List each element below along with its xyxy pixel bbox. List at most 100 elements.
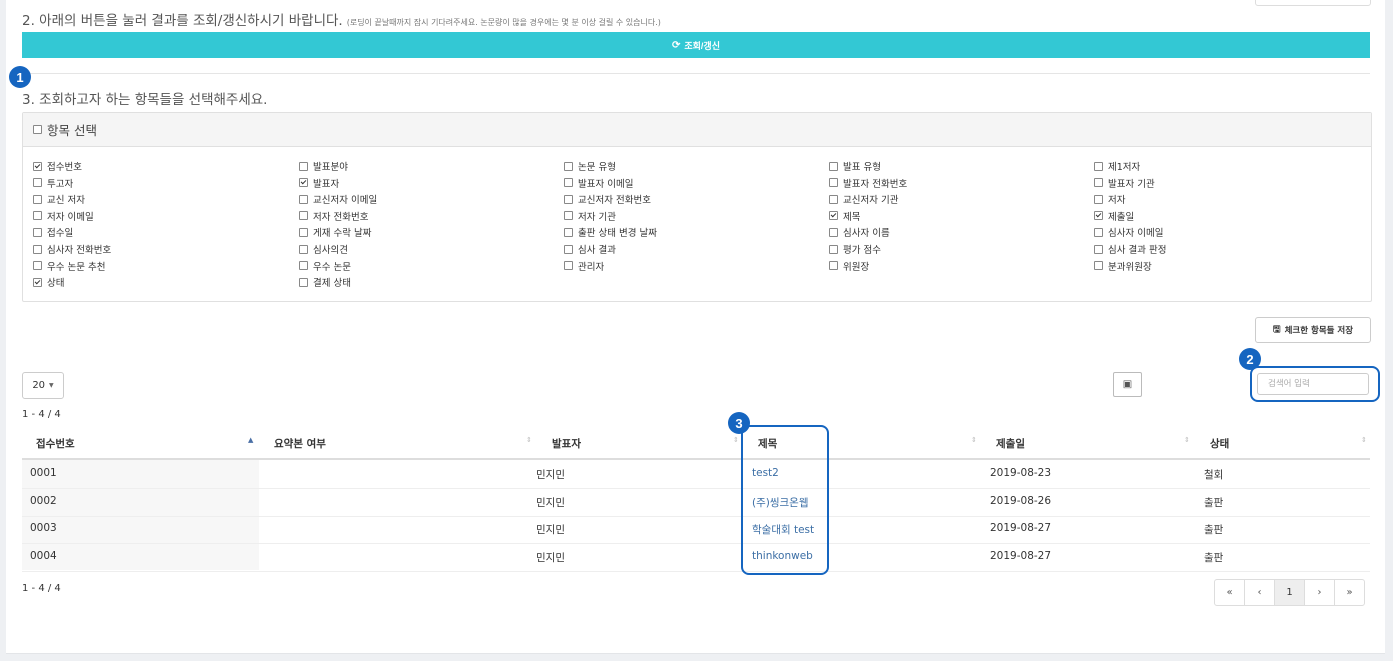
item-option-checkbox[interactable] <box>1094 244 1103 254</box>
page-prev-button[interactable]: ‹ <box>1245 580 1275 605</box>
item-option[interactable]: 관리자 <box>564 259 604 273</box>
sort-asc-icon[interactable]: ▲ <box>248 436 253 444</box>
sort-icon[interactable]: ⇕ <box>1184 436 1190 444</box>
col-header-presenter[interactable]: 발표자 <box>552 436 581 451</box>
select-all-checkbox[interactable] <box>33 125 42 134</box>
item-option[interactable]: 저자 전화번호 <box>299 209 368 223</box>
item-option-checkbox[interactable] <box>829 178 838 188</box>
col-header-abstract[interactable]: 요약본 여부 <box>274 436 326 451</box>
item-option-label: 발표 유형 <box>843 162 881 173</box>
item-option[interactable]: 발표자 <box>299 176 339 190</box>
col-header-status[interactable]: 상태 <box>1210 436 1229 451</box>
item-option-checkbox[interactable] <box>299 244 308 254</box>
item-option-checkbox[interactable] <box>299 161 308 171</box>
item-option-checkbox[interactable] <box>829 244 838 254</box>
item-option-checkbox[interactable] <box>33 161 42 171</box>
item-option-checkbox[interactable] <box>299 277 308 287</box>
item-option[interactable]: 게재 수락 날짜 <box>299 225 371 239</box>
sort-icon[interactable]: ⇕ <box>733 436 739 444</box>
item-option-checkbox[interactable] <box>33 277 42 287</box>
item-option-checkbox[interactable] <box>829 227 838 237</box>
item-option[interactable]: 심사자 전화번호 <box>33 242 111 256</box>
item-option[interactable]: 발표자 전화번호 <box>829 176 907 190</box>
item-option-checkbox[interactable] <box>564 227 573 237</box>
page-first-button[interactable]: « <box>1215 580 1245 605</box>
item-option[interactable]: 결제 상태 <box>299 275 351 289</box>
item-option-checkbox[interactable] <box>1094 178 1103 188</box>
item-option-checkbox[interactable] <box>564 194 573 204</box>
item-option-checkbox[interactable] <box>829 194 838 204</box>
item-option[interactable]: 저자 <box>1094 192 1125 206</box>
item-option[interactable]: 제목 <box>829 209 860 223</box>
refresh-button[interactable]: ⟳ 조회/갱신 <box>22 32 1370 58</box>
page-current-button[interactable]: 1 <box>1275 580 1305 605</box>
item-option[interactable]: 투고자 <box>33 176 73 190</box>
item-option-checkbox[interactable] <box>829 261 838 271</box>
item-option[interactable]: 발표자 기관 <box>1094 176 1155 190</box>
item-option[interactable]: 심사자 이름 <box>829 225 890 239</box>
page-last-button[interactable]: » <box>1335 580 1364 605</box>
item-option-checkbox[interactable] <box>1094 211 1103 221</box>
item-option[interactable]: 분과위원장 <box>1094 259 1152 273</box>
item-option-checkbox[interactable] <box>564 261 573 271</box>
item-option-checkbox[interactable] <box>33 194 42 204</box>
item-option[interactable]: 우수 논문 추천 <box>33 259 105 273</box>
item-option[interactable]: 교신저자 이메일 <box>299 192 377 206</box>
item-option[interactable]: 심사 결과 <box>564 242 616 256</box>
item-option-checkbox[interactable] <box>33 178 42 188</box>
item-option[interactable]: 제1저자 <box>1094 159 1140 173</box>
sort-icon[interactable]: ⇕ <box>971 436 977 444</box>
item-option-checkbox[interactable] <box>1094 194 1103 204</box>
sort-icon[interactable]: ⇕ <box>526 436 532 444</box>
item-option-checkbox[interactable] <box>829 161 838 171</box>
item-option-checkbox[interactable] <box>33 244 42 254</box>
item-option-checkbox[interactable] <box>1094 261 1103 271</box>
item-option-checkbox[interactable] <box>33 227 42 237</box>
item-option[interactable]: 접수일 <box>33 225 73 239</box>
item-option[interactable]: 발표 유형 <box>829 159 881 173</box>
item-option[interactable]: 발표분야 <box>299 159 348 173</box>
item-option-checkbox[interactable] <box>1094 161 1103 171</box>
item-option[interactable]: 저자 이메일 <box>33 209 94 223</box>
item-option[interactable]: 출판 상태 변경 날짜 <box>564 225 657 239</box>
item-option[interactable]: 평가 점수 <box>829 242 881 256</box>
item-option-checkbox[interactable] <box>829 211 838 221</box>
save-checked-items-button[interactable]: 🖫 체크한 항목들 저장 <box>1255 317 1371 343</box>
col-header-id[interactable]: 접수번호 <box>36 436 75 451</box>
col-header-submit-date[interactable]: 제출일 <box>996 436 1025 451</box>
item-option-label: 출판 상태 변경 날짜 <box>578 228 657 240</box>
item-option-checkbox[interactable] <box>33 261 42 271</box>
item-option[interactable]: 제출일 <box>1094 209 1134 223</box>
item-option-checkbox[interactable] <box>33 211 42 221</box>
item-option[interactable]: 교신 저자 <box>33 192 85 206</box>
item-option[interactable]: 저자 기관 <box>564 209 616 223</box>
page-size-select[interactable]: 20 ▼ <box>22 372 64 399</box>
item-option-checkbox[interactable] <box>564 244 573 254</box>
item-option[interactable]: 교신저자 전화번호 <box>564 192 651 206</box>
item-option-checkbox[interactable] <box>299 194 308 204</box>
item-option[interactable]: 상태 <box>33 275 64 289</box>
item-option-checkbox[interactable] <box>299 178 308 188</box>
item-option-checkbox[interactable] <box>299 227 308 237</box>
item-option-checkbox[interactable] <box>564 211 573 221</box>
item-option-checkbox[interactable] <box>299 211 308 221</box>
item-option[interactable]: 심사자 이메일 <box>1094 225 1163 239</box>
item-option[interactable]: 논문 유형 <box>564 159 616 173</box>
sort-icon[interactable]: ⇕ <box>1361 436 1367 444</box>
top-button-stub[interactable] <box>1255 0 1371 6</box>
item-select-header[interactable]: 항목 선택 <box>23 113 1371 147</box>
item-option[interactable]: 우수 논문 <box>299 259 351 273</box>
item-option-checkbox[interactable] <box>1094 227 1103 237</box>
item-option[interactable]: 발표자 이메일 <box>564 176 633 190</box>
page-next-button[interactable]: › <box>1305 580 1335 605</box>
item-option[interactable]: 심사의견 <box>299 242 348 256</box>
item-option-checkbox[interactable] <box>299 261 308 271</box>
excel-export-button[interactable]: ▣ <box>1113 372 1142 397</box>
item-option[interactable]: 교신저자 기관 <box>829 192 898 206</box>
item-option-checkbox[interactable] <box>564 161 573 171</box>
item-option[interactable]: 접수번호 <box>33 159 82 173</box>
item-option[interactable]: 위원장 <box>829 259 869 273</box>
item-option[interactable]: 심사 결과 판정 <box>1094 242 1166 256</box>
item-option-checkbox[interactable] <box>564 178 573 188</box>
cell-presenter: 민지민 <box>536 469 565 481</box>
